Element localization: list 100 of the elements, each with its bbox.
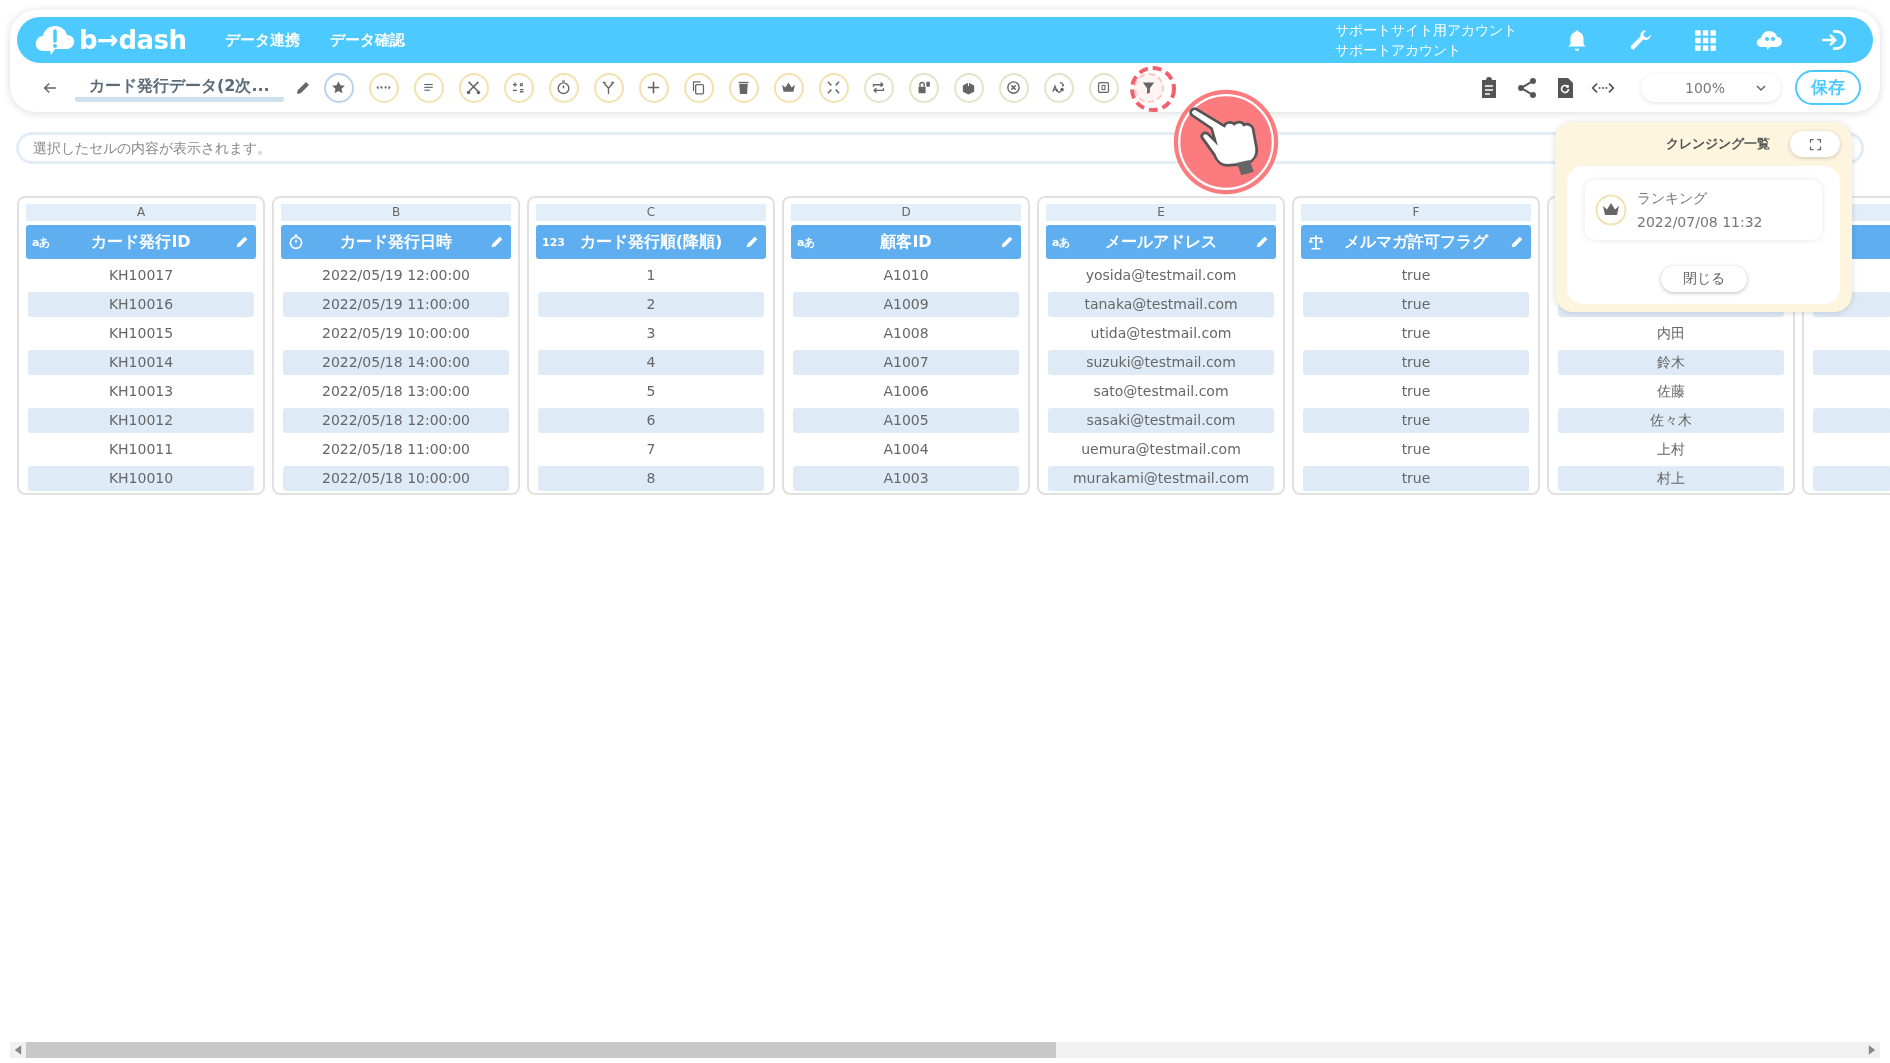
cloud-logo-icon	[35, 23, 75, 57]
table-cell: A1005	[793, 408, 1019, 433]
table-cell: 2022/05/18 10:00:00	[283, 466, 509, 491]
table-cell-text: A1010	[882, 266, 930, 285]
table-cell-text: sato@testmail.com	[1092, 382, 1230, 401]
table-cell: A1003	[793, 466, 1019, 491]
table-cell-text: 佐藤	[1656, 382, 1686, 401]
column-header[interactable]: メルマガ許可フラグ	[1301, 225, 1531, 259]
column-letter[interactable]: C	[536, 204, 766, 221]
item-time: 2022/07/08 11:32	[1637, 213, 1763, 232]
column-letter[interactable]: D	[791, 204, 1021, 221]
pencil-icon[interactable]	[1509, 234, 1525, 250]
table-cell: 村上	[1558, 466, 1784, 491]
table-cell-text: 上村	[1656, 440, 1686, 459]
table-cell: true	[1303, 466, 1529, 491]
table-cell: true	[1303, 408, 1529, 433]
type-label: aあ	[1052, 234, 1071, 250]
table-cell-text: KH10015	[107, 324, 175, 343]
table-cell-text: A1004	[882, 440, 930, 459]
tool-button[interactable]	[908, 72, 939, 103]
tool-button[interactable]	[863, 72, 894, 103]
column-header[interactable]: aあ メールアドレス	[1046, 225, 1276, 259]
table-cell: A1007	[793, 350, 1019, 375]
highlight-ring	[1128, 64, 1178, 114]
tool-button[interactable]	[953, 72, 984, 103]
table-cell: 2022/05/18 12:00:00	[283, 408, 509, 433]
tool-button[interactable]	[413, 72, 444, 103]
column-letter[interactable]: A	[26, 204, 256, 221]
stopwatch-icon	[287, 233, 305, 251]
table-cell-text: KH10013	[107, 382, 175, 401]
item-name: ランキング	[1637, 189, 1708, 208]
table-cell-text: A1006	[882, 382, 930, 401]
table-cell: true	[1303, 292, 1529, 317]
type-label: aあ	[32, 234, 51, 250]
pencil-icon[interactable]	[1254, 234, 1270, 250]
tool-button[interactable]	[1043, 72, 1074, 103]
x-circle-icon	[1005, 79, 1023, 96]
pencil-icon[interactable]	[744, 234, 760, 250]
table-cell-text: 内田	[1656, 324, 1686, 343]
pencil-icon[interactable]	[489, 234, 505, 250]
table-cell: suzuki@testmail.com	[1048, 350, 1274, 375]
table-cell: murakami@testmail.com	[1048, 466, 1274, 491]
panel-title: クレンジング一覧	[1666, 135, 1770, 153]
column-letter[interactable]: F	[1301, 204, 1531, 221]
table-cell: 2022/05/18 14:00:00	[283, 350, 509, 375]
column-header[interactable]: カード発行日時	[281, 225, 511, 259]
table-cell: 4	[538, 350, 764, 375]
crown-icon	[1595, 194, 1627, 226]
tool-button[interactable]	[998, 72, 1029, 103]
table-cell-text: true	[1400, 324, 1432, 343]
table-cell: KH10016	[28, 292, 254, 317]
tool-button[interactable]	[1133, 72, 1164, 103]
horizontal-scrollbar[interactable]	[10, 1042, 1880, 1058]
pencil-icon[interactable]	[234, 234, 250, 250]
tool-button[interactable]	[683, 72, 714, 103]
scroll-thumb[interactable]	[26, 1042, 1056, 1058]
zoom-select[interactable]: 100%	[1640, 73, 1781, 102]
tool-button[interactable]	[458, 72, 489, 103]
tool-button[interactable]	[638, 72, 669, 103]
tool-button[interactable]	[728, 72, 759, 103]
type-label: 123	[542, 235, 565, 249]
table-cell-text: 3	[645, 324, 657, 343]
pencil-icon[interactable]	[999, 234, 1015, 250]
column-header[interactable]: aあ 顧客ID	[791, 225, 1021, 259]
table-cell: KH10012	[28, 408, 254, 433]
column-letter[interactable]: E	[1046, 204, 1276, 221]
data-title[interactable]: カード発行データ(2次...	[75, 73, 284, 102]
table-cell: 2	[538, 292, 764, 317]
table-cell-text: 5	[645, 382, 657, 401]
account-name: サポートサイト用アカウント	[1335, 21, 1517, 40]
tool-button[interactable]	[1088, 72, 1119, 103]
tool-button[interactable]	[548, 72, 579, 103]
close-button[interactable]: 閉じる	[1660, 266, 1747, 292]
column-header[interactable]: 123 カード発行順(降順)	[536, 225, 766, 259]
table-cell-text: 7	[645, 440, 657, 459]
table-cell: 鈴木	[1558, 350, 1784, 375]
column-header[interactable]: aあ カード発行ID	[26, 225, 256, 259]
table-cell-text: yosida@testmail.com	[1084, 266, 1238, 285]
column-letter[interactable]: B	[281, 204, 511, 221]
table-cell-text: true	[1400, 440, 1432, 459]
tool-button[interactable]	[593, 72, 624, 103]
table-cell-text: uemura@testmail.com	[1080, 440, 1242, 459]
table-cell: tanaka@testmail.com	[1048, 292, 1274, 317]
type-label: aあ	[797, 234, 816, 250]
table-cell-text: 2022/05/18 13:00:00	[321, 382, 471, 401]
table-cell: 8	[538, 466, 764, 491]
table-cell-text: A1008	[882, 324, 930, 343]
tool-button[interactable]	[773, 72, 804, 103]
table-cell-text: true	[1400, 266, 1432, 285]
cleansing-item[interactable]: ランキング 2022/07/08 11:32	[1585, 180, 1822, 240]
expand-icon	[1807, 136, 1823, 152]
scale-icon	[1307, 233, 1325, 251]
table-cell-text: 2022/05/19 10:00:00	[321, 324, 471, 343]
table-cell: KH10014	[28, 350, 254, 375]
tool-button[interactable]	[818, 72, 849, 103]
table-cell-text: true	[1400, 382, 1432, 401]
tool-button[interactable]	[503, 72, 534, 103]
account-name: サポートアカウント	[1335, 41, 1462, 60]
table-cell: 6	[538, 408, 764, 433]
tool-button[interactable]	[323, 72, 354, 103]
